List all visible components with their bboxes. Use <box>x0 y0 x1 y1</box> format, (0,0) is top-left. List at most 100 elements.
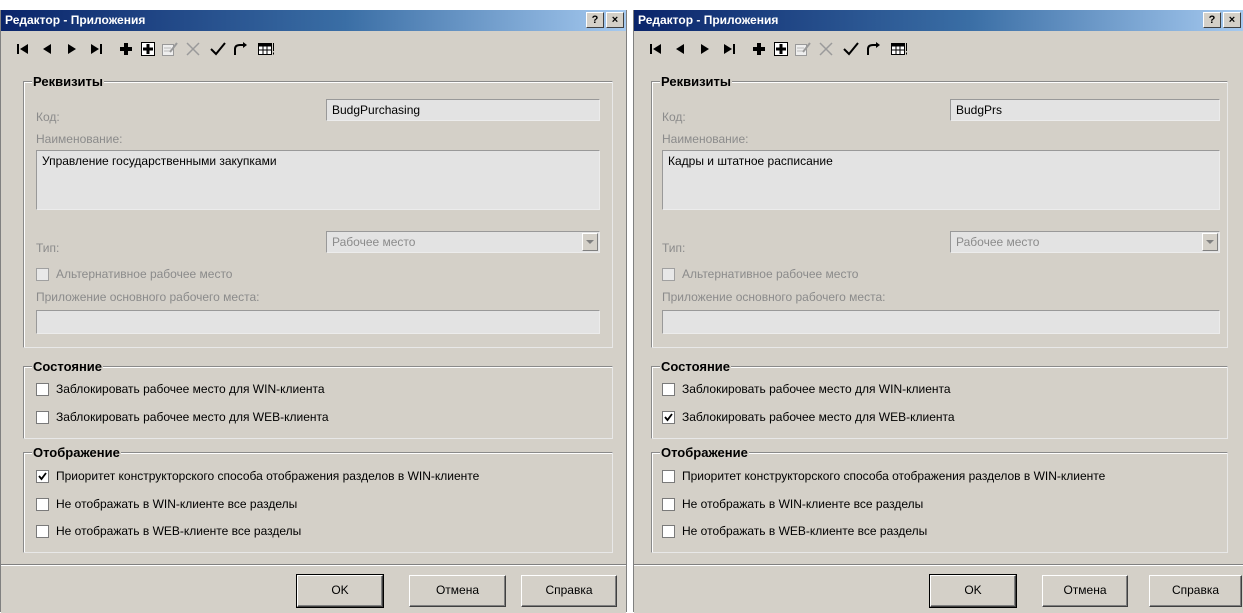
hide-web-sections-checkbox[interactable] <box>662 524 675 538</box>
main-app-label: Приложение основного рабочего места: <box>662 290 886 304</box>
alternative-workplace-checkbox[interactable] <box>662 267 675 281</box>
dialog-footer: OK Отмена Справка <box>634 564 1243 613</box>
hide-web-sections-label: Не отображать в WEB-клиенте все разделы <box>56 524 302 538</box>
priority-constructor-row[interactable]: Приоритет конструкторского способа отобр… <box>662 469 1105 483</box>
previous-record-icon[interactable] <box>39 41 55 57</box>
table-view-icon[interactable] <box>891 41 907 57</box>
checkmark-icon <box>38 471 47 480</box>
close-title-button[interactable]: × <box>1223 12 1241 28</box>
delete-record-icon[interactable] <box>818 41 834 57</box>
block-win-checkbox[interactable] <box>662 382 675 396</box>
type-select[interactable]: Рабочее место <box>950 231 1220 253</box>
requisites-title: Реквизиты <box>32 74 104 89</box>
hide-win-sections-label: Не отображать в WIN-клиенте все разделы <box>682 497 924 511</box>
code-field[interactable]: BudgPurchasing <box>326 99 600 121</box>
block-web-checkbox[interactable] <box>662 410 675 424</box>
editor-dialog-budgpurchasing: Редактор - Приложения ? × Реквизиты Код:… <box>0 10 627 613</box>
hide-web-sections-checkbox[interactable] <box>36 524 49 538</box>
requisites-group: Реквизиты Код: BudgPrs Наименование: Кад… <box>651 74 1228 348</box>
block-win-checkbox[interactable] <box>36 382 49 396</box>
name-field[interactable]: Управление государственными закупками <box>36 150 600 210</box>
block-web-row[interactable]: Заблокировать рабочее место для WEB-клие… <box>662 410 955 424</box>
toolbar <box>1 31 626 67</box>
last-record-icon[interactable] <box>722 41 738 57</box>
block-web-label: Заблокировать рабочее место для WEB-клие… <box>56 410 329 424</box>
ok-button[interactable]: OK <box>929 574 1017 608</box>
name-label: Наименование: <box>36 132 123 146</box>
alternative-workplace-checkbox[interactable] <box>36 267 49 281</box>
help-button[interactable]: Справка <box>521 575 617 607</box>
table-view-icon[interactable] <box>258 41 274 57</box>
state-group: Состояние Заблокировать рабочее место дл… <box>23 359 613 439</box>
close-title-button[interactable]: × <box>606 12 624 28</box>
help-title-button[interactable]: ? <box>1203 12 1221 28</box>
add-copy-icon[interactable] <box>773 41 789 57</box>
apply-icon[interactable] <box>210 41 226 57</box>
last-record-icon[interactable] <box>89 41 105 57</box>
main-app-field[interactable] <box>662 310 1220 334</box>
block-win-row[interactable]: Заблокировать рабочее место для WIN-клие… <box>36 382 325 396</box>
hide-win-sections-row[interactable]: Не отображать в WIN-клиенте все разделы <box>36 497 297 511</box>
priority-constructor-row[interactable]: Приоритет конструкторского способа отобр… <box>36 469 479 483</box>
chevron-down-icon[interactable] <box>582 233 598 251</box>
hide-win-sections-checkbox[interactable] <box>662 497 675 511</box>
add-record-icon[interactable] <box>751 41 767 57</box>
window-title: Редактор - Приложения <box>638 13 779 27</box>
add-record-icon[interactable] <box>118 41 134 57</box>
hide-win-sections-checkbox[interactable] <box>36 497 49 511</box>
title-bar: Редактор - Приложения ? × <box>634 10 1243 31</box>
ok-button[interactable]: OK <box>296 574 384 608</box>
state-title: Состояние <box>660 359 732 374</box>
type-select[interactable]: Рабочее место <box>326 231 600 253</box>
display-group: Отображение Приоритет конструкторского с… <box>651 445 1228 553</box>
block-web-checkbox[interactable] <box>36 410 49 424</box>
hide-web-sections-row[interactable]: Не отображать в WEB-клиенте все разделы <box>662 524 927 538</box>
priority-constructor-checkbox[interactable] <box>662 469 675 483</box>
refresh-icon[interactable] <box>865 41 881 57</box>
block-web-label: Заблокировать рабочее место для WEB-клие… <box>682 410 955 424</box>
requisites-group: Реквизиты Код: BudgPurchasing Наименован… <box>23 74 613 348</box>
alternative-workplace-checkbox-row[interactable]: Альтернативное рабочее место <box>662 267 858 281</box>
edit-record-icon[interactable] <box>162 41 178 57</box>
previous-record-icon[interactable] <box>672 41 688 57</box>
window-title: Редактор - Приложения <box>5 13 146 27</box>
type-label: Тип: <box>36 241 60 255</box>
block-win-label: Заблокировать рабочее место для WIN-клие… <box>56 382 325 396</box>
help-button[interactable]: Справка <box>1149 575 1242 607</box>
main-app-label: Приложение основного рабочего места: <box>36 290 260 304</box>
priority-constructor-checkbox[interactable] <box>36 469 49 483</box>
next-record-icon[interactable] <box>64 41 80 57</box>
alternative-workplace-label: Альтернативное рабочее место <box>56 267 233 281</box>
main-app-field[interactable] <box>36 310 600 334</box>
hide-win-sections-row[interactable]: Не отображать в WIN-клиенте все разделы <box>662 497 923 511</box>
chevron-down-icon[interactable] <box>1202 233 1218 251</box>
add-copy-icon[interactable] <box>140 41 156 57</box>
first-record-icon[interactable] <box>648 41 664 57</box>
next-record-icon[interactable] <box>697 41 713 57</box>
delete-record-icon[interactable] <box>185 41 201 57</box>
cancel-button[interactable]: Отмена <box>409 575 506 607</box>
editor-dialog-budgprs: Редактор - Приложения ? × Реквизиты Код:… <box>633 10 1243 613</box>
type-select-value: Рабочее место <box>956 235 1040 249</box>
code-field[interactable]: BudgPrs <box>950 99 1220 121</box>
priority-constructor-label: Приоритет конструкторского способа отобр… <box>56 469 480 483</box>
dialog-footer: OK Отмена Справка <box>1 564 626 613</box>
hide-web-sections-row[interactable]: Не отображать в WEB-клиенте все разделы <box>36 524 301 538</box>
cancel-button[interactable]: Отмена <box>1042 575 1128 607</box>
dialog-body: Реквизиты Код: BudgPurchasing Наименован… <box>1 67 626 564</box>
code-label: Код: <box>36 110 60 124</box>
first-record-icon[interactable] <box>15 41 31 57</box>
help-title-button[interactable]: ? <box>586 12 604 28</box>
checkmark-icon <box>664 412 673 421</box>
refresh-icon[interactable] <box>232 41 248 57</box>
priority-constructor-label: Приоритет конструкторского способа отобр… <box>682 469 1106 483</box>
block-web-row[interactable]: Заблокировать рабочее место для WEB-клие… <box>36 410 329 424</box>
name-label: Наименование: <box>662 132 749 146</box>
name-field[interactable]: Кадры и штатное расписание <box>662 150 1220 210</box>
block-win-row[interactable]: Заблокировать рабочее место для WIN-клие… <box>662 382 951 396</box>
apply-icon[interactable] <box>843 41 859 57</box>
alternative-workplace-checkbox-row[interactable]: Альтернативное рабочее место <box>36 267 232 281</box>
state-group: Состояние Заблокировать рабочее место дл… <box>651 359 1228 439</box>
edit-record-icon[interactable] <box>795 41 811 57</box>
code-label: Код: <box>662 110 686 124</box>
